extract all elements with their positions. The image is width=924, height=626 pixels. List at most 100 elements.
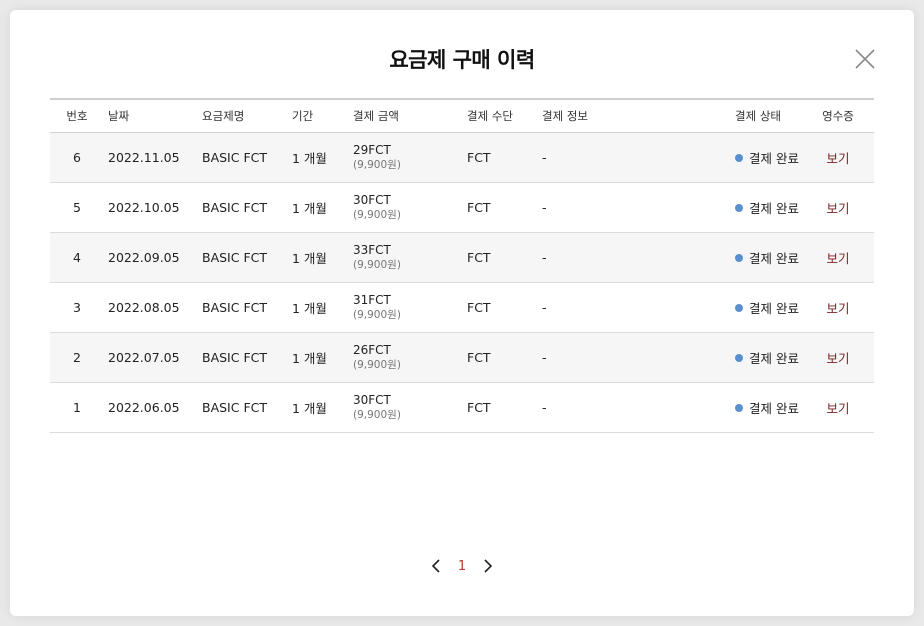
amount-krw: (9,900원) — [353, 308, 401, 321]
row-period: 1 개월 — [292, 401, 327, 416]
row-plan: BASIC FCT — [202, 150, 268, 165]
status-text: 결제 완료 — [749, 151, 799, 166]
row-info: - — [542, 150, 547, 165]
receipt-view-link[interactable]: 보기 — [826, 198, 849, 217]
table-row: 3 2022.08.05 BASIC FCT 1 개월 31FCT (9,900… — [50, 283, 874, 333]
close-icon — [855, 49, 875, 69]
row-method: FCT — [467, 400, 491, 415]
chevron-right-icon — [484, 559, 493, 573]
row-no: 1 — [73, 400, 81, 415]
row-no: 6 — [73, 150, 81, 165]
amount-krw: (9,900원) — [353, 408, 401, 421]
row-plan: BASIC FCT — [202, 350, 268, 365]
page-number-current[interactable]: 1 — [458, 559, 466, 574]
row-method: FCT — [467, 200, 491, 215]
row-plan: BASIC FCT — [202, 250, 268, 265]
purchase-history-table: 번호 날짜 요금제명 기간 결제 금액 결제 수단 결제 정보 결제 상태 영수… — [50, 98, 874, 433]
row-method: FCT — [467, 350, 491, 365]
amount-fct: 29FCT — [353, 142, 391, 157]
row-info: - — [542, 400, 547, 415]
close-button[interactable] — [853, 47, 877, 71]
row-status: 결제 완료 — [735, 233, 799, 282]
header-period: 기간 — [292, 109, 314, 123]
header-plan: 요금제명 — [202, 109, 245, 123]
row-date: 2022.07.05 — [108, 350, 180, 365]
status-text: 결제 완료 — [749, 201, 799, 216]
amount-fct: 26FCT — [353, 342, 391, 357]
status-text: 결제 완료 — [749, 301, 799, 316]
prev-page-button[interactable] — [428, 557, 444, 575]
table-header: 번호 날짜 요금제명 기간 결제 금액 결제 수단 결제 정보 결제 상태 영수… — [50, 100, 874, 133]
row-amount: 26FCT (9,900원) — [353, 333, 401, 382]
header-no: 번호 — [66, 109, 88, 123]
row-no: 4 — [73, 250, 81, 265]
receipt-view-link[interactable]: 보기 — [826, 298, 849, 317]
status-dot-icon — [735, 253, 743, 262]
status-text: 결제 완료 — [749, 351, 799, 366]
status-dot-icon — [735, 203, 743, 212]
table-row: 2 2022.07.05 BASIC FCT 1 개월 26FCT (9,900… — [50, 333, 874, 383]
amount-fct: 30FCT — [353, 392, 391, 407]
status-dot-icon — [735, 153, 743, 162]
table-row: 6 2022.11.05 BASIC FCT 1 개월 29FCT (9,900… — [50, 133, 874, 183]
receipt-view-link[interactable]: 보기 — [826, 348, 849, 367]
status-text: 결제 완료 — [749, 251, 799, 266]
row-info: - — [542, 250, 547, 265]
modal-title: 요금제 구매 이력 — [389, 48, 535, 72]
row-no: 5 — [73, 200, 81, 215]
row-no: 2 — [73, 350, 81, 365]
amount-krw: (9,900원) — [353, 158, 401, 171]
row-receipt: 보기 — [818, 183, 858, 232]
row-date: 2022.10.05 — [108, 200, 180, 215]
chevron-left-icon — [431, 559, 440, 573]
receipt-view-link[interactable]: 보기 — [826, 398, 849, 417]
amount-fct: 31FCT — [353, 292, 391, 307]
row-amount: 29FCT (9,900원) — [353, 133, 401, 182]
row-status: 결제 완료 — [735, 333, 799, 382]
row-receipt: 보기 — [818, 133, 858, 182]
row-receipt: 보기 — [818, 333, 858, 382]
row-method: FCT — [467, 150, 491, 165]
row-period: 1 개월 — [292, 351, 327, 366]
header-amount: 결제 금액 — [353, 109, 399, 123]
row-status: 결제 완료 — [735, 133, 799, 182]
header-method: 결제 수단 — [467, 109, 513, 123]
amount-krw: (9,900원) — [353, 258, 401, 271]
header-date: 날짜 — [108, 109, 130, 123]
table-row: 1 2022.06.05 BASIC FCT 1 개월 30FCT (9,900… — [50, 383, 874, 433]
row-amount: 31FCT (9,900원) — [353, 283, 401, 332]
row-date: 2022.06.05 — [108, 400, 180, 415]
row-info: - — [542, 300, 547, 315]
status-dot-icon — [735, 303, 743, 312]
purchase-history-modal: 요금제 구매 이력 번호 날짜 요금제명 기간 결제 금액 결제 수단 결제 정… — [10, 10, 914, 616]
table-row: 4 2022.09.05 BASIC FCT 1 개월 33FCT (9,900… — [50, 233, 874, 283]
row-plan: BASIC FCT — [202, 400, 268, 415]
row-receipt: 보기 — [818, 283, 858, 332]
receipt-view-link[interactable]: 보기 — [826, 248, 849, 267]
header-info: 결제 정보 — [542, 109, 588, 123]
row-amount: 30FCT (9,900원) — [353, 183, 401, 232]
row-period: 1 개월 — [292, 301, 327, 316]
amount-fct: 33FCT — [353, 242, 391, 257]
row-status: 결제 완료 — [735, 183, 799, 232]
row-amount: 33FCT (9,900원) — [353, 233, 401, 282]
receipt-view-link[interactable]: 보기 — [826, 148, 849, 167]
pagination: 1 — [10, 555, 914, 577]
header-receipt: 영수증 — [822, 109, 854, 123]
row-plan: BASIC FCT — [202, 300, 268, 315]
row-method: FCT — [467, 300, 491, 315]
row-plan: BASIC FCT — [202, 200, 268, 215]
row-method: FCT — [467, 250, 491, 265]
table-row: 5 2022.10.05 BASIC FCT 1 개월 30FCT (9,900… — [50, 183, 874, 233]
row-status: 결제 완료 — [735, 383, 799, 432]
status-text: 결제 완료 — [749, 401, 799, 416]
row-status: 결제 완료 — [735, 283, 799, 332]
row-amount: 30FCT (9,900원) — [353, 383, 401, 432]
row-period: 1 개월 — [292, 251, 327, 266]
amount-krw: (9,900원) — [353, 358, 401, 371]
row-date: 2022.09.05 — [108, 250, 180, 265]
amount-fct: 30FCT — [353, 192, 391, 207]
next-page-button[interactable] — [480, 557, 496, 575]
row-info: - — [542, 350, 547, 365]
row-receipt: 보기 — [818, 383, 858, 432]
